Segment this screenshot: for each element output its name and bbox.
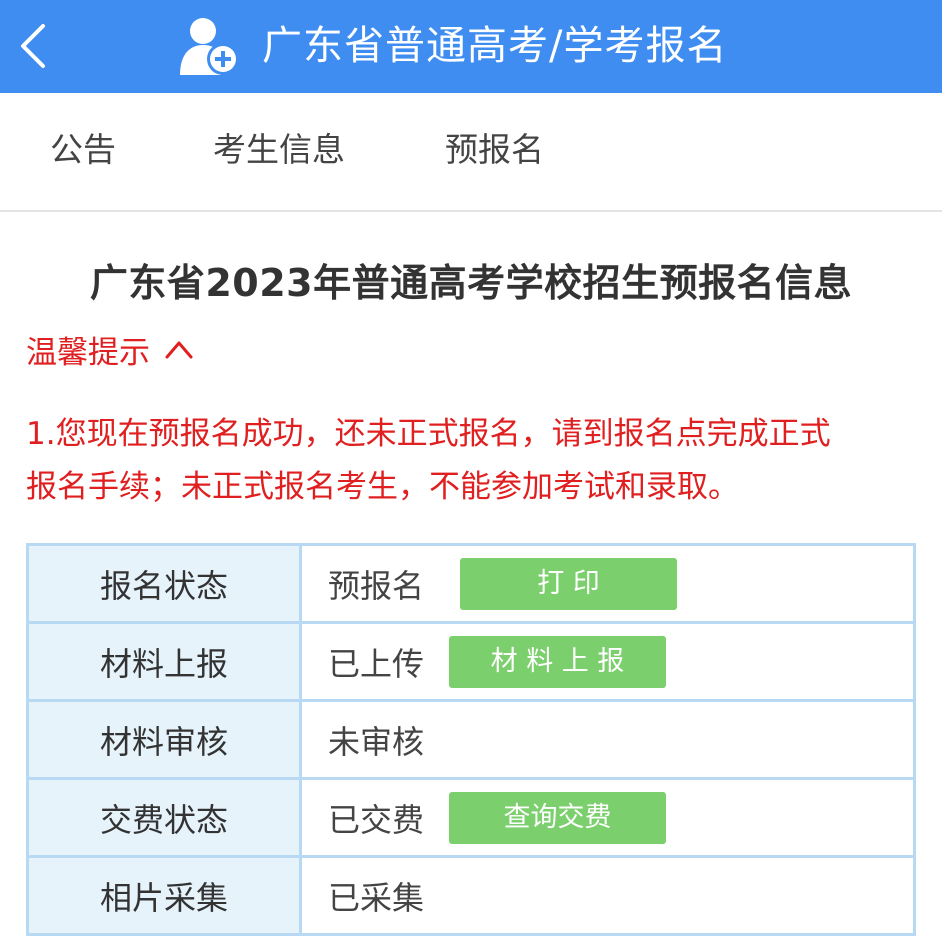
row-value: 未审核	[328, 722, 425, 761]
table-row: 材料上报 已上传 材 料 上 报	[29, 624, 913, 702]
row-label: 交费状态	[29, 780, 302, 855]
registration-info-table: 报名状态 预报名 打 印 材料上报 已上传 材 料 上 报 材料审核 未审核 交…	[26, 543, 916, 936]
tip-message: 1.您现在预报名成功，还未正式报名，请到报名点完成正式 报名手续；未正式报名考生…	[26, 408, 916, 514]
table-row: 材料审核 未审核	[29, 702, 913, 780]
row-value-cell: 已采集	[302, 858, 913, 933]
chevron-up-icon	[165, 341, 193, 359]
tab-pre-registration[interactable]: 预报名	[445, 93, 544, 210]
row-value: 已交费	[328, 800, 425, 839]
tip-toggle-label: 温馨提示	[26, 334, 150, 371]
row-value: 预报名	[328, 566, 425, 605]
chevron-left-icon	[21, 24, 45, 68]
tip-toggle[interactable]: 温馨提示	[26, 327, 194, 371]
query-payment-button[interactable]: 查询交费	[449, 791, 667, 844]
table-row: 交费状态 已交费 查询交费	[29, 780, 913, 858]
page-title: 广东省2023年普通高考学校招生预报名信息	[89, 261, 853, 305]
row-value: 已上传	[328, 644, 425, 683]
table-row: 相片采集 已采集	[29, 858, 913, 936]
row-label: 报名状态	[29, 546, 302, 621]
row-value-cell: 未审核	[302, 702, 913, 777]
tip-line: 1.您现在预报名成功，还未正式报名，请到报名点完成正式	[26, 416, 831, 452]
tip-line: 报名手续；未正式报名考生，不能参加考试和录取。	[26, 469, 739, 505]
tab-student-info[interactable]: 考生信息	[213, 93, 345, 210]
row-value-cell: 预报名 打 印	[302, 546, 913, 621]
user-add-icon	[180, 18, 239, 75]
row-label: 材料上报	[29, 624, 302, 699]
tab-bar: 公告 考生信息 预报名	[0, 93, 942, 212]
row-label: 材料审核	[29, 702, 302, 777]
app-header: 广东省普通高考/学考报名	[0, 0, 942, 93]
print-button[interactable]: 打 印	[460, 557, 678, 610]
row-value: 已采集	[328, 878, 425, 917]
back-button[interactable]	[10, 18, 60, 74]
row-label: 相片采集	[29, 858, 302, 933]
table-row: 报名状态 预报名 打 印	[29, 546, 913, 624]
row-value-cell: 已上传 材 料 上 报	[302, 624, 913, 699]
row-value-cell: 已交费 查询交费	[302, 780, 913, 855]
tab-announcement[interactable]: 公告	[50, 93, 116, 210]
upload-materials-button[interactable]: 材 料 上 报	[449, 635, 667, 688]
header-title: 广东省普通高考/学考报名	[262, 23, 728, 69]
